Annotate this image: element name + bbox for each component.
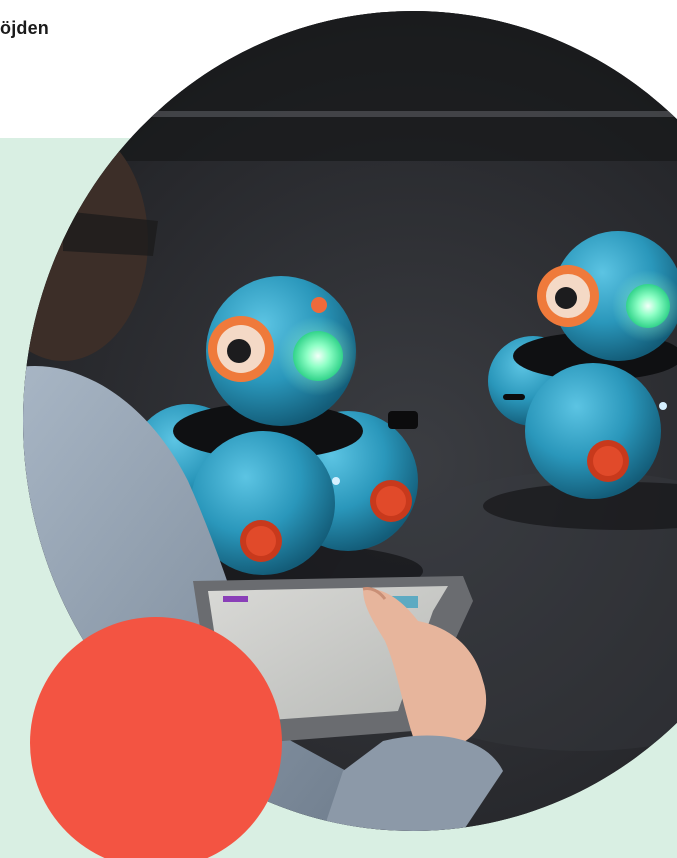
accent-circle: [30, 617, 282, 858]
page-title: öjden: [0, 18, 49, 38]
page: öjden: [0, 0, 677, 858]
